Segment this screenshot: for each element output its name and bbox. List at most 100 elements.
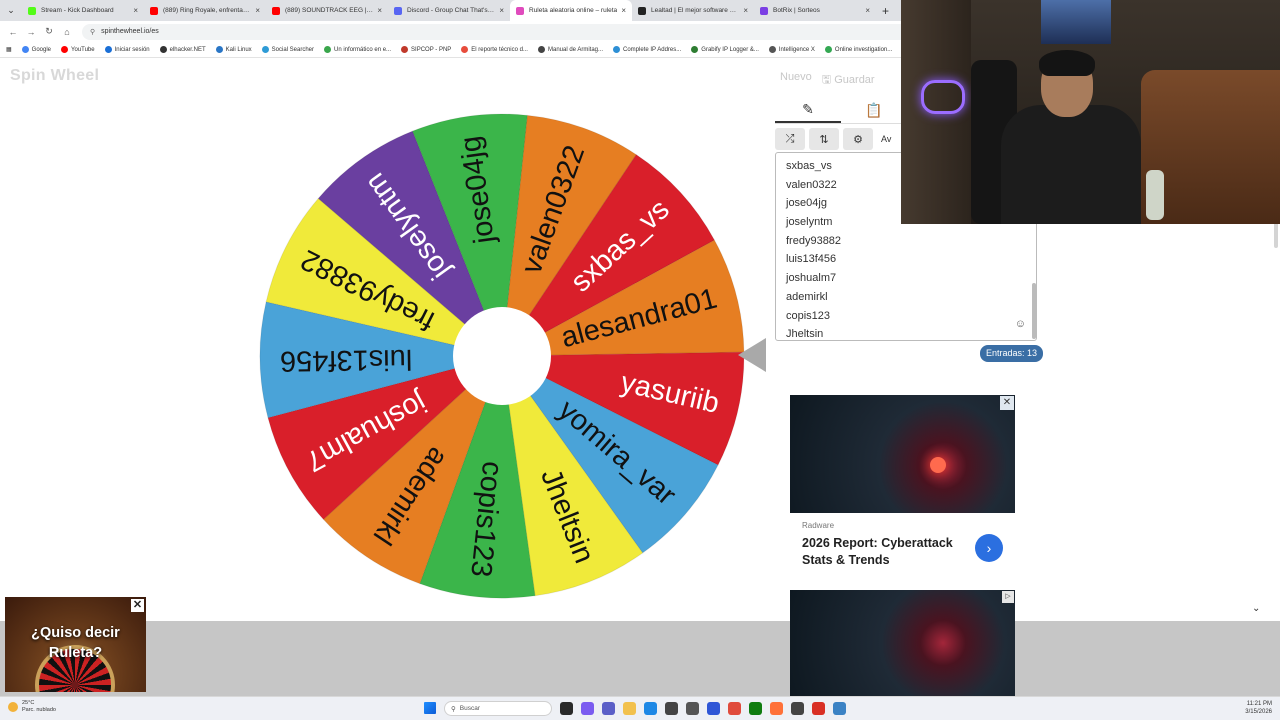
entry-line[interactable]: ademirkl	[786, 288, 1026, 307]
tab-title: Ruleta aleatoria online – ruleta	[529, 7, 618, 14]
tab-close-icon[interactable]: ×	[499, 6, 504, 15]
windows-start-icon[interactable]	[424, 702, 436, 714]
forward-icon[interactable]: →	[22, 27, 40, 37]
weather-desc: Parc. nublado	[22, 707, 56, 713]
search-placeholder: Buscar	[459, 705, 480, 712]
bookmark-item[interactable]: Complete IP Addres...	[613, 46, 681, 53]
bookmark-favicon-icon	[104, 46, 112, 53]
entry-line[interactable]: luis13f456	[786, 250, 1026, 269]
clock-time: 11:21 PM	[1246, 701, 1272, 707]
bookmark-item[interactable]: Kali Linux	[215, 46, 252, 53]
tab-close-icon[interactable]: ×	[377, 6, 382, 15]
bookmark-item[interactable]: Un informático en e...	[324, 46, 391, 53]
shuffle-icon[interactable]: ⤮	[775, 128, 805, 150]
clock[interactable]: 11:21 PM 3/15/2026	[1245, 700, 1272, 716]
taskbar-search[interactable]: ⚲ Buscar	[444, 701, 552, 716]
ad-close-icon[interactable]: ✕	[1000, 396, 1014, 410]
weather-widget[interactable]: 25°C Parc. nublado	[8, 700, 56, 714]
tab-close-icon[interactable]: ×	[255, 6, 260, 15]
bookmark-item[interactable]: Google	[21, 46, 51, 53]
firefox-icon[interactable]	[770, 702, 783, 715]
entries-count-badge: Entradas: 13	[980, 345, 1044, 362]
home-icon[interactable]: ⌂	[58, 27, 76, 37]
edge-icon[interactable]	[644, 702, 657, 715]
ad-arrow-icon[interactable]: ›	[975, 534, 1003, 562]
entry-line[interactable]: copis123	[786, 307, 1026, 326]
bookmark-item[interactable]: El reporte técnico d...	[461, 46, 528, 53]
copilot-icon[interactable]	[581, 702, 594, 715]
spin-wheel[interactable]: valen0322 sxbas_vs alesandra01 yasuriib yomi…	[252, 106, 752, 606]
tab-results-icon[interactable]: 📋	[841, 98, 907, 123]
tab-close-icon[interactable]: ×	[133, 6, 138, 15]
bookmark-item[interactable]: Intelligence X	[768, 46, 815, 53]
bookmark-label: Manual de Armitag...	[547, 46, 604, 53]
suggestion-popup[interactable]: ¿Quiso decir Ruleta? ✕	[5, 597, 146, 692]
bookmark-item[interactable]: SIPCOP - PNP	[401, 46, 451, 53]
browser-tab[interactable]: BotRix | Sorteos ×	[754, 0, 876, 21]
browser-tab[interactable]: (889) SOUNDTRACK EEG | GAN ×	[266, 0, 388, 21]
ad-image-secondary[interactable]: ▷	[790, 590, 1015, 696]
settings-gear-icon[interactable]: ⚙	[843, 128, 873, 150]
tab-close-icon[interactable]: ×	[865, 6, 870, 15]
clock-date: 3/15/2026	[1245, 709, 1272, 715]
site-info-icon[interactable]: ⚲	[90, 28, 95, 36]
sort-icon[interactable]: ⇅	[809, 128, 839, 150]
store-icon[interactable]	[665, 702, 678, 715]
new-tab-button[interactable]: +	[876, 4, 895, 18]
entry-line[interactable]: joshualm7	[786, 269, 1026, 288]
browser-tab[interactable]: Lealtad | El mejor software para ×	[632, 0, 754, 21]
reload-icon[interactable]: ↻	[40, 26, 58, 37]
vscode-icon[interactable]	[707, 702, 720, 715]
site-logo[interactable]: Spin Wheel	[10, 67, 99, 85]
address-bar[interactable]: ⚲ spinthewheel.io/es	[82, 23, 962, 40]
bookmark-item[interactable]: Online investigation...	[824, 46, 892, 53]
back-icon[interactable]: ←	[4, 27, 22, 37]
ad-info-icon[interactable]: ▷	[1002, 591, 1014, 603]
tab-close-icon[interactable]: ×	[743, 6, 748, 15]
new-button[interactable]: Nuevo	[780, 71, 812, 90]
wheel-center[interactable]	[453, 307, 551, 405]
file-explorer-icon[interactable]	[623, 702, 636, 715]
bookmark-item[interactable]: Iniciar sesión	[104, 46, 150, 53]
chevron-down-icon[interactable]: ⌄	[1252, 603, 1260, 614]
bookmark-item[interactable]: Social Searcher	[261, 46, 314, 53]
bookmark-label: Grabify IP Logger &...	[701, 46, 759, 53]
bookmark-favicon-icon	[537, 46, 545, 53]
ad-title[interactable]: 2026 Report: Cyberattack Stats & Trends	[802, 535, 972, 569]
ad-image[interactable]	[790, 395, 1015, 513]
entry-line[interactable]: fredy93882	[786, 232, 1026, 251]
teams-icon[interactable]	[602, 702, 615, 715]
wheel-svg[interactable]: valen0322sxbas_vsalesandra01yasuriibyomi…	[252, 106, 752, 606]
browser-tab[interactable]: Discord - Group Chat That's All ×	[388, 0, 510, 21]
notepad-icon[interactable]	[833, 702, 846, 715]
bookmark-item[interactable]: YouTube	[61, 46, 95, 53]
tab-edit-icon[interactable]: ✎	[775, 98, 841, 123]
apps-grid-icon[interactable]: ▦	[6, 46, 12, 53]
bookmark-favicon-icon	[61, 46, 69, 53]
browser-tab[interactable]: Ruleta aleatoria online – ruleta ×	[510, 0, 632, 21]
entries-scrollbar[interactable]	[1032, 283, 1036, 339]
entry-line[interactable]: Jheltsin	[786, 325, 1026, 340]
save-button[interactable]: 🖫 Guardar	[822, 71, 875, 90]
bookmark-item[interactable]: Manual de Armitag...	[537, 46, 604, 53]
taskbar-apps	[560, 702, 846, 715]
webcam-overlay	[901, 0, 1280, 224]
tab-search-icon[interactable]: ⌄	[0, 0, 22, 21]
popup-close-icon[interactable]: ✕	[131, 599, 144, 612]
cam-person-hair	[1039, 50, 1095, 76]
chrome-icon[interactable]	[728, 702, 741, 715]
bookmark-favicon-icon	[21, 46, 29, 53]
app-icon[interactable]	[791, 702, 804, 715]
bookmark-item[interactable]: elhacker.NET	[159, 46, 206, 53]
task-view-icon[interactable]	[560, 702, 573, 715]
advanced-button[interactable]: Av	[881, 134, 891, 144]
xbox-icon[interactable]	[749, 702, 762, 715]
tab-close-icon[interactable]: ×	[621, 6, 626, 15]
browser-tab[interactable]: Stream - Kick Dashboard ×	[22, 0, 144, 21]
ad-card[interactable]: ✕ Radware 2026 Report: Cyberattack Stats…	[790, 395, 1015, 587]
bookmark-item[interactable]: Grabify IP Logger &...	[691, 46, 759, 53]
browser-tab[interactable]: (889) Ring Royale, enfrentamien ×	[144, 0, 266, 21]
emoji-icon[interactable]: ☺	[1015, 318, 1026, 330]
app-red-icon[interactable]	[812, 702, 825, 715]
settings-icon[interactable]	[686, 702, 699, 715]
